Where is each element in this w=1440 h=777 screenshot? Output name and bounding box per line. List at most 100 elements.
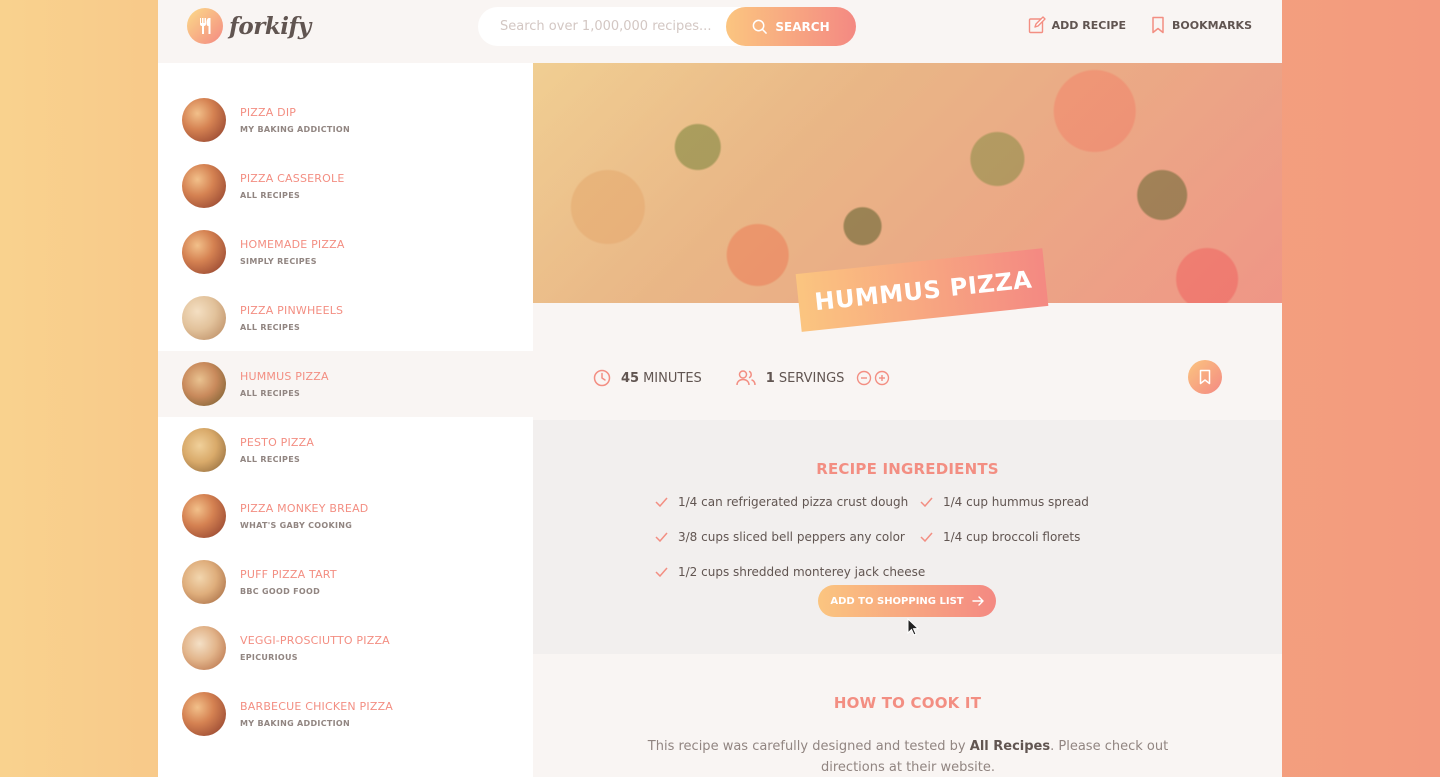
add-to-shopping-list-button[interactable]: ADD TO SHOPPING LIST (818, 585, 996, 617)
bookmarks-label: BOOKMARKS (1172, 18, 1252, 32)
result-title: PIZZA DIP (240, 106, 297, 119)
minutes-label: MINUTES (643, 370, 702, 386)
ingredient-text: 1/4 can refrigerated pizza crust dough (678, 495, 909, 509)
mouse-cursor-icon (907, 618, 919, 636)
result-thumbnail (182, 362, 226, 406)
bookmark-icon (1199, 369, 1211, 385)
arrow-right-icon (971, 596, 984, 606)
ingredient-item: 1/4 cup hummus spread (920, 495, 1089, 509)
result-title: BARBECUE CHICKEN PIZZA (240, 700, 394, 713)
result-publisher: SIMPLY RECIPES (240, 257, 317, 266)
result-title: HOMEMADE PIZZA (240, 238, 345, 251)
result-item[interactable]: PESTO PIZZA ALL RECIPES (158, 417, 533, 483)
edit-icon (1028, 16, 1046, 34)
bookmark-icon (1152, 16, 1164, 34)
ingredient-item: 3/8 cups sliced bell peppers any color (655, 530, 905, 544)
result-item[interactable]: PIZZA CASSEROLE ALL RECIPES (158, 153, 533, 219)
result-publisher: BBC GOOD FOOD (240, 587, 321, 596)
servings-controls (856, 370, 890, 386)
result-title: PUFF PIZZA TART (240, 568, 337, 581)
bookmark-recipe-button[interactable] (1188, 360, 1222, 394)
result-thumbnail (182, 230, 226, 274)
increase-servings-button[interactable] (874, 370, 890, 386)
result-title: HUMMUS PIZZA (240, 370, 329, 383)
result-title: VEGGI-PROSCIUTTO PIZZA (240, 634, 390, 647)
servings: 1 SERVINGS (736, 369, 891, 387)
result-title: PESTO PIZZA (240, 436, 315, 449)
result-item[interactable]: PIZZA PINWHEELS ALL RECIPES (158, 285, 533, 351)
result-thumbnail (182, 164, 226, 208)
result-publisher: ALL RECIPES (240, 191, 301, 200)
search-form: SEARCH (478, 7, 856, 46)
ingredient-item: 1/4 cup broccoli florets (920, 530, 1080, 544)
result-thumbnail (182, 296, 226, 340)
nav: ADD RECIPE BOOKMARKS (1028, 16, 1252, 34)
directions-publisher: All Recipes (969, 739, 1051, 754)
result-item[interactable]: HOMEMADE PIZZA SIMPLY RECIPES (158, 219, 533, 285)
minus-circle-icon (857, 370, 872, 386)
decrease-servings-button[interactable] (856, 370, 872, 386)
ingredient-text: 3/8 cups sliced bell peppers any color (678, 530, 905, 544)
result-title: PIZZA PINWHEELS (240, 304, 344, 317)
search-button[interactable]: SEARCH (726, 7, 856, 46)
result-thumbnail (182, 560, 226, 604)
directions-text: This recipe was carefully designed and t… (623, 736, 1193, 777)
result-publisher: WHAT'S GABY COOKING (240, 521, 353, 530)
result-thumbnail (182, 428, 226, 472)
bookmarks-button[interactable]: BOOKMARKS (1150, 16, 1252, 34)
check-icon (655, 497, 668, 507)
result-item[interactable]: VEGGI-PROSCIUTTO PIZZA EPICURIOUS (158, 615, 533, 681)
search-results: PIZZA DIP MY BAKING ADDICTION PIZZA CASSE… (158, 63, 533, 777)
ingredient-text: 1/4 cup hummus spread (943, 495, 1089, 509)
users-icon (736, 370, 756, 386)
recipe-title-text: HUMMUS PIZZA (813, 265, 1034, 317)
logo[interactable]: forkify (187, 8, 311, 44)
result-thumbnail (182, 98, 226, 142)
search-icon (753, 19, 768, 34)
result-publisher: ALL RECIPES (240, 389, 301, 398)
servings-label: SERVINGS (778, 370, 845, 386)
result-publisher: ALL RECIPES (240, 455, 301, 464)
ingredient-text: 1/4 cup broccoli florets (943, 530, 1081, 544)
ingredient-text: 1/2 cups shredded monterey jack cheese (678, 565, 926, 579)
ingredients-heading: RECIPE INGREDIENTS (816, 460, 999, 478)
ingredient-item: 1/4 can refrigerated pizza crust dough (655, 495, 908, 509)
recipe-directions: HOW TO COOK IT This recipe was carefully… (533, 654, 1282, 777)
clock-icon (593, 369, 611, 387)
plus-circle-icon (875, 370, 890, 386)
fork-knife-icon (187, 8, 223, 44)
add-recipe-button[interactable]: ADD RECIPE (1028, 16, 1126, 34)
cooking-time: 45 MINUTES (593, 369, 702, 387)
ingredient-item: 1/2 cups shredded monterey jack cheese (655, 565, 925, 579)
recipe-view: HUMMUS PIZZA 45 MINUTES 1 SERVINGS RECIP… (533, 63, 1282, 777)
result-item[interactable]: PIZZA MONKEY BREAD WHAT'S GABY COOKING (158, 483, 533, 549)
result-thumbnail (182, 626, 226, 670)
result-title: PIZZA CASSEROLE (240, 172, 345, 185)
forkify-app: forkify SEARCH ADD RECIPE (158, 0, 1282, 777)
result-publisher: ALL RECIPES (240, 323, 301, 332)
result-item-active[interactable]: HUMMUS PIZZA ALL RECIPES (158, 351, 533, 417)
result-title: PIZZA MONKEY BREAD (240, 502, 369, 515)
result-thumbnail (182, 494, 226, 538)
result-item[interactable]: PUFF PIZZA TART BBC GOOD FOOD (158, 549, 533, 615)
result-publisher: MY BAKING ADDICTION (240, 719, 351, 728)
result-item[interactable]: PIZZA DIP MY BAKING ADDICTION (158, 87, 533, 153)
recipe-details: 45 MINUTES 1 SERVINGS (593, 363, 1223, 393)
result-item[interactable]: BARBECUE CHICKEN PIZZA MY BAKING ADDICTIO… (158, 681, 533, 747)
servings-value: 1 (765, 370, 775, 386)
directions-heading: HOW TO COOK IT (833, 694, 982, 712)
result-publisher: MY BAKING ADDICTION (240, 125, 351, 134)
shopping-button-label: ADD TO SHOPPING LIST (830, 595, 964, 607)
search-button-label: SEARCH (775, 19, 830, 34)
check-icon (655, 532, 668, 542)
directions-text-before: This recipe was carefully designed and t… (647, 739, 970, 754)
recipe-ingredients: RECIPE INGREDIENTS 1/4 can refrigerated … (533, 420, 1282, 654)
minutes-value: 45 (621, 370, 640, 386)
header: forkify SEARCH ADD RECIPE (158, 0, 1282, 63)
search-input[interactable] (478, 7, 718, 46)
check-icon (920, 497, 933, 507)
add-recipe-label: ADD RECIPE (1051, 18, 1126, 32)
logo-text: forkify (229, 12, 311, 40)
result-thumbnail (182, 692, 226, 736)
check-icon (920, 532, 933, 542)
